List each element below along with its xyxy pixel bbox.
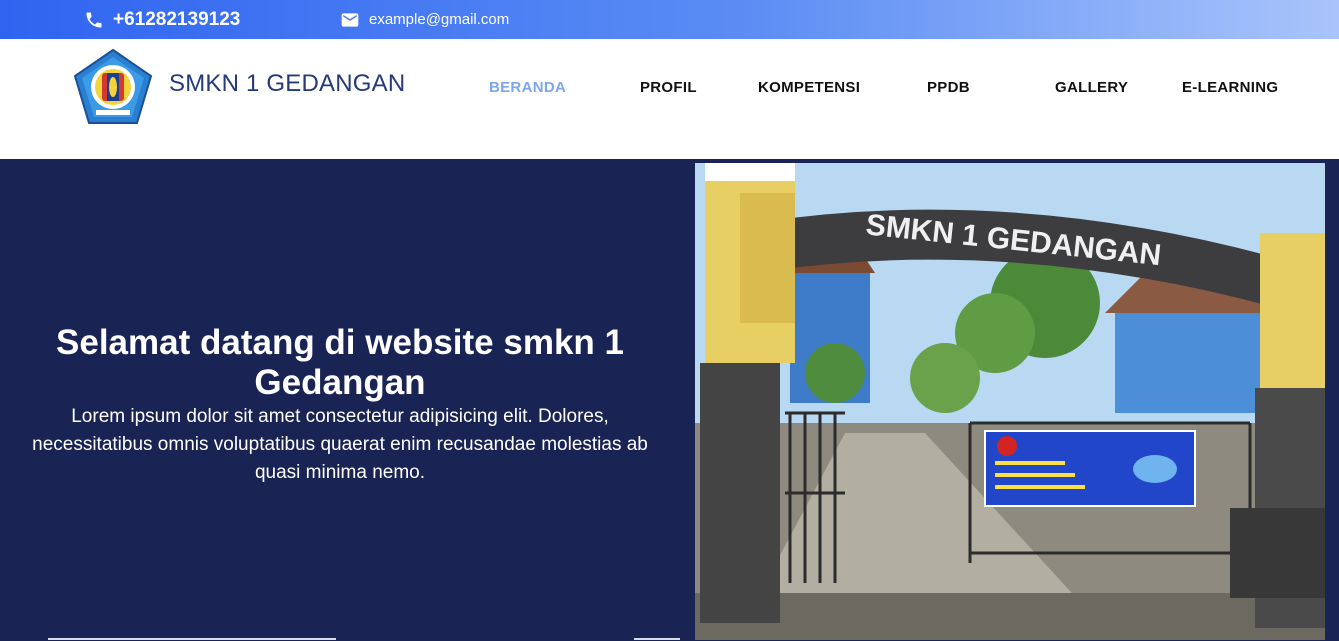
divider [634, 638, 680, 640]
nav-profil[interactable]: PROFIL [640, 79, 697, 96]
phone-contact[interactable]: +61282139123 [84, 0, 240, 39]
hero-description: Lorem ipsum dolor sit amet consectetur a… [32, 406, 648, 483]
nav-beranda[interactable]: BERANDA [489, 79, 566, 96]
nav-gallery[interactable]: GALLERY [1055, 79, 1128, 96]
hero-title: Selamat datang di website smkn 1 Gedanga… [56, 323, 624, 402]
site-header: SMKN 1 GEDANGAN BERANDA PROFIL KOMPETENS… [0, 39, 1339, 159]
phone-icon [86, 12, 102, 27]
contact-bar: +61282139123 example@gmail.com [0, 0, 1339, 39]
divider [48, 638, 336, 640]
nav-kompetensi[interactable]: KOMPETENSI [758, 79, 860, 96]
school-emblem-logo[interactable] [72, 47, 154, 127]
nav-ppdb[interactable]: PPDB [927, 79, 970, 96]
brand-name[interactable]: SMKN 1 GEDANGAN [169, 70, 405, 98]
email-contact[interactable]: example@gmail.com [340, 0, 509, 39]
school-gate-photo: SMKN 1 GEDANGAN [695, 163, 1325, 640]
page-edge [1325, 159, 1339, 641]
hero-text-panel: Selamat datang di website smkn 1 Gedanga… [0, 159, 690, 641]
email-address: example@gmail.com [369, 11, 510, 28]
nav-e-learning[interactable]: E-LEARNING [1182, 79, 1278, 96]
phone-number: +61282139123 [113, 8, 241, 30]
mail-icon [341, 12, 359, 27]
